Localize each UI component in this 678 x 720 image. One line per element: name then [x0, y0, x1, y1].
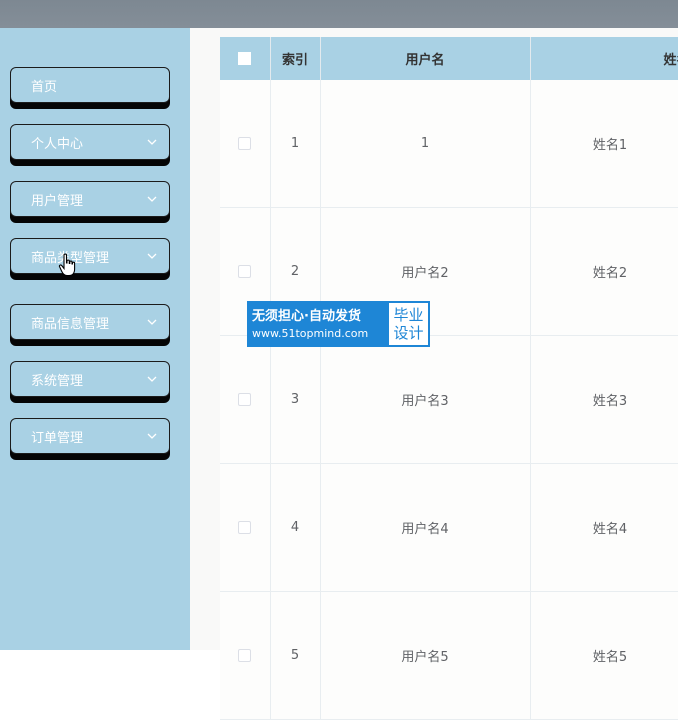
- table-row: 4 用户名4 姓名4: [220, 463, 678, 592]
- chevron-down-icon: [143, 427, 161, 445]
- select-all-checkbox[interactable]: [238, 52, 252, 65]
- index-cell: 4: [270, 463, 321, 592]
- watermark-slogan: 无须担心·自动发货: [252, 308, 361, 324]
- sidebar-item-label: 首页: [31, 79, 58, 95]
- name-cell: 姓名3: [530, 335, 678, 464]
- username-cell: 1: [320, 80, 531, 208]
- watermark-text: 无须担心·自动发货 www.51topmind.com: [248, 302, 388, 346]
- username-cell: 用户名5: [320, 591, 531, 720]
- chevron-down-icon: [143, 133, 161, 151]
- column-header-username: 用户名: [320, 37, 531, 80]
- sidebar-item-user-management[interactable]: 用户管理: [10, 181, 170, 217]
- sidebar-item-personal-center[interactable]: 个人中心: [10, 124, 170, 160]
- user-table: 索引 用户名 姓名 1 1 姓名1 2 用户名2 姓名2 3 用户名3 姓名3 …: [220, 37, 678, 720]
- top-bar: [0, 0, 678, 28]
- select-all-header: [220, 37, 271, 80]
- row-checkbox[interactable]: [238, 521, 252, 534]
- sidebar-item-order-management[interactable]: 订单管理: [10, 418, 170, 454]
- sidebar: 首页 个人中心 用户管理 商品类型管理 商品信息管理 系统管理 订单管理: [0, 28, 190, 650]
- index-cell: 3: [270, 335, 321, 464]
- index-cell: 5: [270, 591, 321, 720]
- name-cell: 姓名4: [530, 463, 678, 592]
- chevron-down-icon: [143, 190, 161, 208]
- watermark-banner: 无须担心·自动发货 www.51topmind.com 毕业 设计: [247, 301, 430, 347]
- sidebar-item-label: 个人中心: [31, 136, 84, 152]
- watermark-badge: 毕业 设计: [389, 303, 428, 345]
- table-row: 1 1 姓名1: [220, 80, 678, 208]
- table-row: 5 用户名5 姓名5: [220, 591, 678, 720]
- column-header-name: 姓名: [530, 37, 678, 80]
- watermark-badge-line2: 设计: [393, 324, 424, 342]
- column-header-index: 索引: [270, 37, 321, 80]
- sidebar-item-home[interactable]: 首页: [10, 67, 170, 103]
- username-cell: 用户名4: [320, 463, 531, 592]
- sidebar-item-label: 订单管理: [31, 430, 84, 446]
- row-checkbox[interactable]: [238, 265, 252, 278]
- row-checkbox[interactable]: [238, 649, 252, 662]
- name-cell: 姓名1: [530, 80, 678, 208]
- sidebar-item-label: 商品类型管理: [31, 250, 110, 266]
- row-checkbox[interactable]: [238, 137, 252, 150]
- watermark-badge-line1: 毕业: [393, 306, 424, 324]
- name-cell: 姓名2: [530, 207, 678, 336]
- sidebar-item-product-info-management[interactable]: 商品信息管理: [10, 304, 170, 340]
- row-select-cell: [220, 335, 271, 464]
- chevron-down-icon: [143, 313, 161, 331]
- sidebar-item-product-type-management[interactable]: 商品类型管理: [10, 238, 170, 274]
- sidebar-item-label: 商品信息管理: [31, 316, 110, 332]
- row-select-cell: [220, 80, 271, 208]
- index-cell: 1: [270, 80, 321, 208]
- table-row: 3 用户名3 姓名3: [220, 335, 678, 464]
- sidebar-item-label: 用户管理: [31, 193, 84, 209]
- sidebar-item-label: 系统管理: [31, 373, 84, 389]
- sidebar-item-system-management[interactable]: 系统管理: [10, 361, 170, 397]
- row-checkbox[interactable]: [238, 393, 252, 406]
- row-select-cell: [220, 463, 271, 592]
- watermark-url: www.51topmind.com: [252, 326, 369, 340]
- chevron-down-icon: [143, 370, 161, 388]
- chevron-down-icon: [143, 247, 161, 265]
- table-header-row: 索引 用户名 姓名: [220, 37, 678, 80]
- hand-pointer-icon: [58, 253, 78, 281]
- row-select-cell: [220, 591, 271, 720]
- name-cell: 姓名5: [530, 591, 678, 720]
- username-cell: 用户名3: [320, 335, 531, 464]
